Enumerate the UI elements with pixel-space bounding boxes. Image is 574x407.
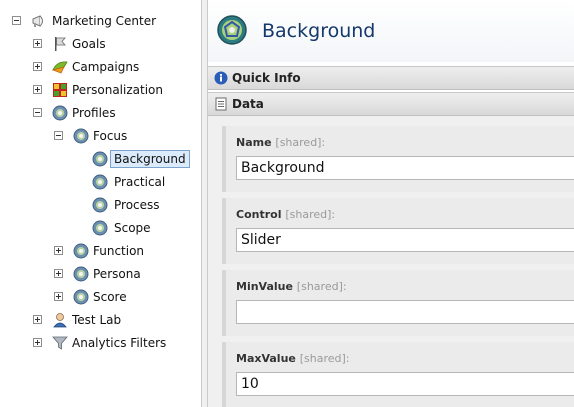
collapse-toggle[interactable] (33, 108, 42, 117)
tree-item-function[interactable]: Function (0, 240, 200, 262)
profile-icon (73, 128, 89, 144)
collapse-toggle[interactable] (54, 131, 63, 140)
page-title: Background (262, 20, 376, 42)
profile-icon (73, 243, 89, 259)
personalization-icon (53, 83, 67, 97)
pane-splitter[interactable] (201, 0, 208, 407)
name-input[interactable]: Background (236, 156, 574, 180)
profile-card-icon (92, 151, 108, 167)
field-label: MaxValue [shared]: (236, 352, 350, 365)
tree-label: Score (93, 290, 127, 304)
tree-item-analytics-filters[interactable]: Analytics Filters (0, 332, 200, 354)
content-tree: Marketing Center Goals Campaigns Persona… (0, 0, 201, 407)
minvalue-input[interactable] (236, 300, 574, 324)
tree-item-focus[interactable]: Focus (0, 125, 200, 147)
expand-toggle[interactable] (54, 246, 63, 255)
section-title: Data (232, 97, 264, 111)
campaign-icon (52, 61, 68, 74)
tree-label: Process (114, 198, 160, 212)
tree-label: Campaigns (72, 60, 140, 74)
tree-label: Focus (93, 129, 128, 143)
tree-label: Marketing Center (52, 14, 157, 28)
tree-label: Personalization (72, 83, 163, 97)
tree-item-process[interactable]: Process (0, 194, 200, 216)
section-title: Quick Info (232, 71, 301, 85)
tree-label: Test Lab (72, 313, 122, 327)
tree-label: Profiles (72, 106, 116, 120)
tree-item-scope[interactable]: Scope (0, 217, 200, 239)
expand-toggle[interactable] (33, 39, 42, 48)
tree-item-personalization[interactable]: Personalization (0, 79, 200, 101)
data-section-body: Name [shared]: Background Control [share… (208, 116, 574, 407)
editor-header: Background (208, 0, 574, 62)
filter-icon (52, 336, 68, 350)
tree-item-goals[interactable]: Goals (0, 33, 200, 55)
tree-label: Function (93, 244, 145, 258)
expand-toggle[interactable] (54, 292, 63, 301)
tree-label: Analytics Filters (72, 336, 167, 350)
tree-label: Scope (114, 221, 151, 235)
user-icon (53, 313, 67, 328)
expand-toggle[interactable] (33, 85, 42, 94)
document-icon (215, 97, 227, 111)
tree-label-selected: Background (110, 150, 190, 168)
tree-item-test-lab[interactable]: Test Lab (0, 309, 200, 331)
tree-label: Practical (114, 175, 166, 189)
tree-item-campaigns[interactable]: Campaigns (0, 56, 200, 78)
profile-icon (52, 105, 68, 121)
field-label: MinValue [shared]: (236, 280, 347, 293)
profile-card-icon (92, 197, 108, 213)
expand-toggle[interactable] (33, 62, 42, 71)
field-control: Control [shared]: Slider (222, 198, 574, 264)
section-quick-info[interactable]: Quick Info (208, 66, 574, 90)
expand-toggle[interactable] (54, 269, 63, 278)
profile-card-icon (92, 174, 108, 190)
collapse-toggle[interactable] (12, 16, 21, 25)
control-input[interactable]: Slider (236, 228, 574, 252)
item-editor: Background Quick Info Data Name [shared]… (208, 0, 574, 407)
tree-item-practical[interactable]: Practical (0, 171, 200, 193)
tree-item-score[interactable]: Score (0, 286, 200, 308)
tree-item-background[interactable]: Background (0, 148, 200, 170)
tree-item-marketing-center[interactable]: Marketing Center (0, 10, 200, 32)
field-name: Name [shared]: Background (222, 126, 574, 192)
tree-label: Goals (72, 37, 106, 51)
info-icon (214, 71, 228, 85)
tree-item-persona[interactable]: Persona (0, 263, 200, 285)
profile-card-icon (217, 15, 247, 45)
profile-icon (73, 266, 89, 282)
megaphone-icon (32, 15, 43, 27)
profile-card-icon (92, 220, 108, 236)
field-label: Name [shared]: (236, 136, 326, 149)
expand-toggle[interactable] (33, 315, 42, 324)
field-maxvalue: MaxValue [shared]: 10 (222, 342, 574, 407)
profile-icon (73, 289, 89, 305)
field-label: Control [shared]: (236, 208, 336, 221)
expand-toggle[interactable] (33, 338, 42, 347)
flag-icon (55, 37, 66, 51)
tree-label: Persona (93, 267, 141, 281)
tree-item-profiles[interactable]: Profiles (0, 102, 200, 124)
section-data[interactable]: Data (208, 92, 574, 116)
maxvalue-input[interactable]: 10 (236, 372, 574, 396)
field-minvalue: MinValue [shared]: (222, 270, 574, 336)
